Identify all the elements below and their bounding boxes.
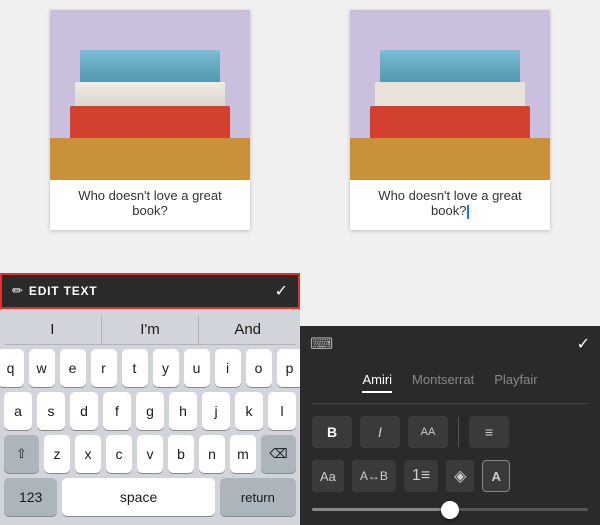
key-b[interactable]: b (168, 435, 194, 473)
key-v[interactable]: v (137, 435, 163, 473)
slider-thumb[interactable] (441, 501, 459, 519)
checkmark-left[interactable]: ✓ (275, 281, 288, 301)
font-size-button[interactable]: Aa (312, 460, 344, 492)
key-x[interactable]: x (75, 435, 101, 473)
text-style-button[interactable]: A (482, 460, 509, 492)
key-r[interactable]: r (91, 349, 117, 387)
suggestion-2[interactable]: I'm (102, 315, 200, 344)
key-j[interactable]: j (202, 392, 230, 430)
keyboard-row-3: ⇧ z x c v b n m ⌫ (4, 435, 296, 473)
slider-row[interactable] (312, 504, 588, 515)
page-left: Who doesn't love a great book? (50, 10, 250, 230)
font-playfair[interactable]: Playfair (494, 372, 537, 393)
format-panel: Amiri Montserrat Playfair B I AA ≡ Aa A↔… (300, 362, 600, 525)
font-amiri[interactable]: Amiri (362, 372, 392, 393)
key-space[interactable]: space (62, 478, 214, 516)
key-i[interactable]: i (215, 349, 241, 387)
key-o[interactable]: o (246, 349, 272, 387)
style-row: B I AA ≡ (312, 416, 588, 448)
key-g[interactable]: g (136, 392, 164, 430)
keyboard-icon[interactable]: ⌨ (310, 334, 333, 354)
key-a[interactable]: a (4, 392, 32, 430)
key-m[interactable]: m (230, 435, 256, 473)
key-p[interactable]: p (277, 349, 303, 387)
key-f[interactable]: f (103, 392, 131, 430)
line-height-button[interactable]: 1≡ (404, 460, 438, 492)
key-e[interactable]: e (60, 349, 86, 387)
left-panel: Who doesn't love a great book? ✏ EDIT TE… (0, 0, 300, 525)
suggestion-1[interactable]: I (4, 315, 102, 344)
suggestion-3[interactable]: And (199, 315, 296, 344)
document-area-left: Who doesn't love a great book? (0, 0, 300, 273)
edit-text-bar[interactable]: ✏ EDIT TEXT ✓ (0, 273, 300, 309)
spacing-button[interactable]: A↔B (352, 460, 396, 492)
key-return[interactable]: return (220, 478, 296, 516)
key-q[interactable]: q (0, 349, 24, 387)
format-toolbar: ⌨ ✓ (300, 326, 600, 362)
italic-button[interactable]: I (360, 416, 400, 448)
key-s[interactable]: s (37, 392, 65, 430)
key-z[interactable]: z (44, 435, 70, 473)
bold-button[interactable]: B (312, 416, 352, 448)
keyboard-row-1: q w e r t y u i o p (4, 349, 296, 387)
checkmark-right[interactable]: ✓ (577, 334, 590, 354)
key-l[interactable]: l (268, 392, 296, 430)
book-image-left (50, 10, 250, 180)
key-t[interactable]: t (122, 349, 148, 387)
key-u[interactable]: u (184, 349, 210, 387)
font-selection-row: Amiri Montserrat Playfair (312, 372, 588, 404)
key-shift[interactable]: ⇧ (4, 435, 39, 473)
keyboard-row-2: a s d f g h j k l (4, 392, 296, 430)
key-y[interactable]: y (153, 349, 179, 387)
key-backspace[interactable]: ⌫ (261, 435, 296, 473)
key-n[interactable]: n (199, 435, 225, 473)
keyboard-area: I I'm And q w e r t y u i o p a s d f g … (0, 309, 300, 525)
caption-left: Who doesn't love a great book? (50, 180, 250, 226)
format-row: Aa A↔B 1≡ ◈ A (312, 460, 588, 492)
keyboard-bottom-row: 123 space return (4, 478, 296, 516)
caption-right: Who doesn't love a great book? (350, 180, 550, 227)
key-k[interactable]: k (235, 392, 263, 430)
style-divider (458, 417, 459, 447)
key-c[interactable]: c (106, 435, 132, 473)
text-cursor (467, 205, 469, 219)
document-area-right: Who doesn't love a great book? (300, 0, 600, 326)
font-montserrat[interactable]: Montserrat (412, 372, 474, 393)
font-size-slider[interactable] (312, 508, 588, 511)
key-h[interactable]: h (169, 392, 197, 430)
word-suggestions: I I'm And (4, 315, 296, 345)
pencil-icon: ✏ (12, 283, 23, 299)
edit-text-label: EDIT TEXT (29, 284, 275, 298)
right-panel: Who doesn't love a great book? ⌨ ✓ Amiri… (300, 0, 600, 525)
align-button[interactable]: ≡ (469, 416, 509, 448)
key-w[interactable]: w (29, 349, 55, 387)
dropcap-button[interactable]: ◈ (446, 460, 474, 492)
page-right: Who doesn't love a great book? (350, 10, 550, 230)
aa-button[interactable]: AA (408, 416, 448, 448)
book-image-right (350, 10, 550, 180)
slider-fill (312, 508, 450, 511)
key-numbers[interactable]: 123 (4, 478, 57, 516)
key-d[interactable]: d (70, 392, 98, 430)
